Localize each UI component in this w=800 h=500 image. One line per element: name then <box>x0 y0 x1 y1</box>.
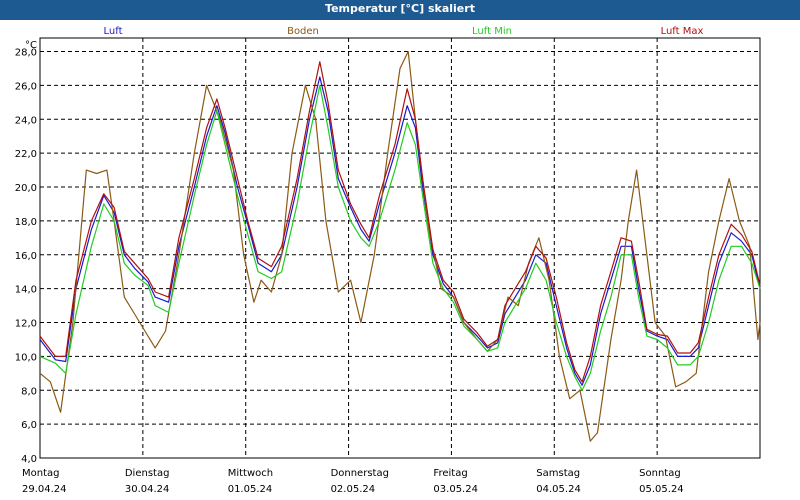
x-tick-day: Dienstag <box>125 468 170 479</box>
x-tick-date: 04.05.24 <box>536 484 581 495</box>
x-tick-day: Freitag <box>433 468 467 479</box>
legend-entry: Luft <box>104 26 123 37</box>
x-tick-date: 02.05.24 <box>331 484 376 495</box>
x-tick-date: 05.05.24 <box>639 484 684 495</box>
y-tick-label: 4,0 <box>21 454 37 465</box>
legend-entry: Luft Max <box>661 26 704 37</box>
y-tick-label: 18,0 <box>15 217 37 228</box>
y-tick-label: 16,0 <box>15 251 37 262</box>
legend-entry: Luft Min <box>472 26 512 37</box>
x-tick-date: 29.04.24 <box>22 484 67 495</box>
y-tick-label: 8,0 <box>21 386 37 397</box>
line-chart: 4,0 6,0 8,0 10,0 12,0 14,0 16,0 18,0 20,0 22,0 24,… <box>0 20 800 500</box>
y-axis-label: °C <box>25 40 37 51</box>
y-tick-label: 14,0 <box>15 285 37 296</box>
x-tick-day: Sonntag <box>639 468 681 479</box>
x-tick-day: Montag <box>22 468 59 479</box>
y-tick-label: 22,0 <box>15 149 37 160</box>
y-tick-label: 20,0 <box>15 183 37 194</box>
y-tick-label: 10,0 <box>15 352 37 363</box>
y-tick-label: 24,0 <box>15 115 37 126</box>
x-tick-date: 01.05.24 <box>228 484 273 495</box>
x-tick-day: Samstag <box>536 468 580 479</box>
x-tick-date: 03.05.24 <box>433 484 478 495</box>
chart-background <box>0 20 800 500</box>
x-tick-date: 30.04.24 <box>125 484 170 495</box>
legend-entry: Boden <box>287 26 319 37</box>
x-tick-day: Mittwoch <box>228 468 273 479</box>
x-tick-day: Donnerstag <box>331 468 389 479</box>
y-tick-label: 12,0 <box>15 319 37 330</box>
y-tick-label: 6,0 <box>21 420 37 431</box>
chart-window: Temperatur [°C] skaliert 4,0 6,0 8,0 10,0 12… <box>0 0 800 500</box>
y-tick-label: 26,0 <box>15 81 37 92</box>
